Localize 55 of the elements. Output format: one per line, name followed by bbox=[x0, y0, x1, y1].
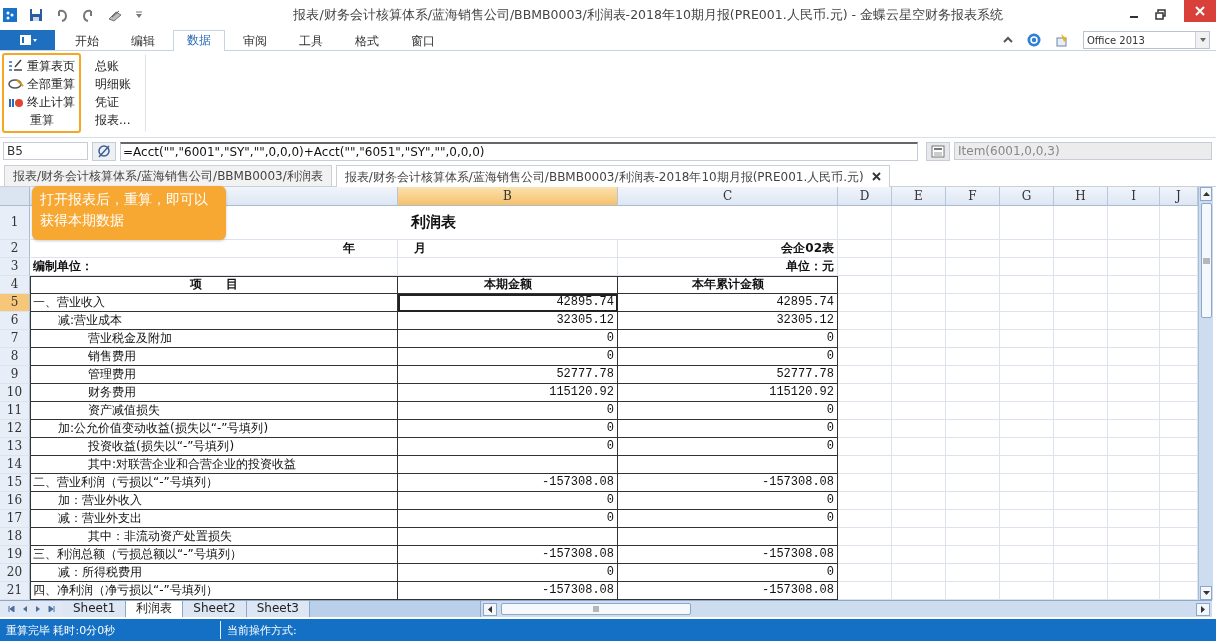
table-cell: 销售费用 bbox=[30, 348, 398, 366]
column-heading: 本期金额 bbox=[398, 276, 618, 294]
table-cell: 0 bbox=[398, 438, 618, 456]
table-cell: 0 bbox=[618, 510, 838, 528]
table-cell: 52777.78 bbox=[398, 366, 618, 384]
table-cell: -157308.08 bbox=[398, 546, 618, 564]
table-cell: 0 bbox=[618, 330, 838, 348]
table-cell: 管理费用 bbox=[30, 366, 398, 384]
table-cell: 0 bbox=[618, 492, 838, 510]
table-cell: -157308.08 bbox=[618, 546, 838, 564]
table-cell: 0 bbox=[398, 402, 618, 420]
table-cell: 资产减值损失 bbox=[30, 402, 398, 420]
table-cell: 0 bbox=[398, 348, 618, 366]
table-cell: 加:公允价值变动收益(损失以“-”号填列) bbox=[30, 420, 398, 438]
table-cell: 月 bbox=[398, 240, 618, 258]
table-cell: 0 bbox=[398, 330, 618, 348]
table-cell: 会企02表 bbox=[618, 240, 838, 258]
table-cell: 其中：非流动资产处置损失 bbox=[30, 528, 398, 546]
table-cell: 三、利润总额（亏损总额以“-”号填列） bbox=[30, 546, 398, 564]
table-cell: 营业税金及附加 bbox=[30, 330, 398, 348]
table-cell: 0 bbox=[618, 564, 838, 582]
table-cell: -157308.08 bbox=[398, 474, 618, 492]
table-cell: 其中:对联营企业和合营企业的投资收益 bbox=[30, 456, 398, 474]
table-cell: 一、营业收入 bbox=[30, 294, 398, 312]
window-title: 报表/财务会计核算体系/蓝海销售公司/BBMB0003/利润表-2018年10期月报(PRE001.人民币.元) - 金蝶云星空财务报表系统 bbox=[293, 6, 1003, 24]
table-cell: 编制单位： bbox=[30, 258, 398, 276]
table-cell: 减:营业成本 bbox=[30, 312, 398, 330]
table-cell: 32305.12 bbox=[618, 312, 838, 330]
table-cell: 0 bbox=[618, 438, 838, 456]
table-cell: 0 bbox=[398, 420, 618, 438]
table-cell: 二、营业利润（亏损以“-”号填列） bbox=[30, 474, 398, 492]
table-cell: 单位：元 bbox=[618, 258, 838, 276]
status-message: 重算完毕 耗时:0分0秒 bbox=[5, 622, 117, 638]
table-cell: 投资收益(损失以“-”号填列) bbox=[30, 438, 398, 456]
table-cell: 52777.78 bbox=[618, 366, 838, 384]
table-cell: 加：营业外收入 bbox=[30, 492, 398, 510]
column-heading: 项 目 bbox=[30, 276, 398, 294]
table-cell: 0 bbox=[618, 348, 838, 366]
table-cell: 财务费用 bbox=[30, 384, 398, 402]
table-cell: 0 bbox=[398, 492, 618, 510]
table-cell: 42895.74 bbox=[618, 294, 838, 312]
table-cell: -157308.08 bbox=[618, 474, 838, 492]
table-cell: 115120.92 bbox=[618, 384, 838, 402]
table-cell: 42895.74 bbox=[398, 294, 618, 312]
table-cell: 115120.92 bbox=[398, 384, 618, 402]
table-cell: 32305.12 bbox=[398, 312, 618, 330]
operation-mode-label: 当前操作方式: bbox=[227, 622, 297, 638]
table-cell: 减：所得税费用 bbox=[30, 564, 398, 582]
column-heading: 本年累计金额 bbox=[618, 276, 838, 294]
table-cell: 0 bbox=[618, 420, 838, 438]
table-cell: 0 bbox=[618, 402, 838, 420]
table-cell: 0 bbox=[398, 510, 618, 528]
table-cell: 减：营业外支出 bbox=[30, 510, 398, 528]
table-cell: 0 bbox=[398, 564, 618, 582]
group-label: 重算 bbox=[28, 112, 55, 129]
